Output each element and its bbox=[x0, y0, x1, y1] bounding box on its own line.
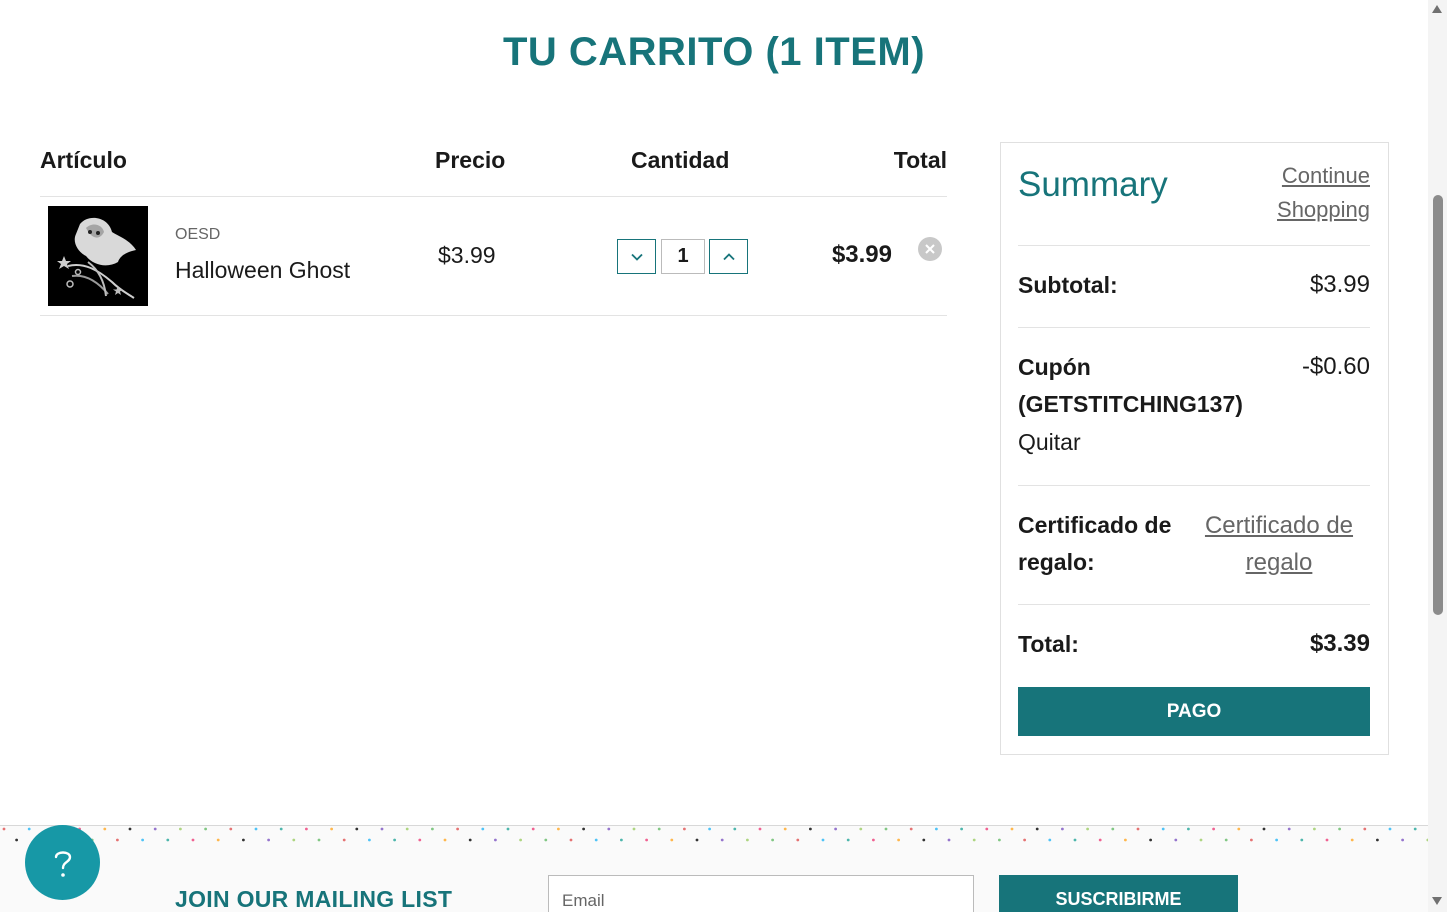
subtotal-label: Subtotal: bbox=[1018, 272, 1118, 298]
product-price: $3.99 bbox=[438, 242, 496, 268]
divider bbox=[1018, 604, 1370, 605]
quantity-decrease-button[interactable] bbox=[617, 239, 656, 274]
divider bbox=[1018, 245, 1370, 246]
quantity-increase-button[interactable] bbox=[709, 239, 748, 274]
continue-shopping-link[interactable]: Continue Shopping bbox=[1260, 159, 1370, 227]
coupon-label: Cupón (GETSTITCHING137) bbox=[1018, 354, 1243, 417]
scrollbar-thumb[interactable] bbox=[1433, 195, 1443, 615]
product-brand: OESD bbox=[175, 226, 221, 243]
close-icon bbox=[925, 244, 935, 254]
help-icon bbox=[54, 850, 71, 877]
subscribe-button[interactable]: SUSCRIBIRME bbox=[999, 875, 1238, 912]
summary-title: Summary bbox=[1018, 165, 1168, 204]
divider bbox=[1018, 327, 1370, 328]
product-thumbnail[interactable] bbox=[48, 206, 148, 306]
gift-certificate-label: Certificado de regalo: bbox=[1018, 512, 1172, 575]
product-name[interactable]: Halloween Ghost bbox=[175, 257, 350, 284]
cart-table-header: Artículo Precio Cantidad Total bbox=[40, 145, 947, 197]
divider bbox=[1018, 485, 1370, 486]
gift-certificate-link[interactable]: Certificado de regalo bbox=[1194, 507, 1364, 581]
checkout-button[interactable]: PAGO bbox=[1018, 687, 1370, 736]
subtotal-value: $3.99 bbox=[1309, 271, 1370, 298]
column-header-quantity: Cantidad bbox=[631, 147, 730, 173]
email-input[interactable]: Email bbox=[548, 875, 974, 912]
column-header-price: Precio bbox=[435, 147, 506, 173]
cart-item-row: OESD Halloween Ghost $3.99 1 $3.99 bbox=[40, 197, 947, 316]
ghost-image bbox=[48, 206, 148, 306]
page-title: TU CARRITO (1 ITEM) bbox=[502, 30, 926, 74]
coupon-remove-link[interactable]: Quitar bbox=[1018, 424, 1081, 461]
order-summary: Summary Continue Shopping Subtotal: $3.9… bbox=[1000, 142, 1389, 755]
confetti-divider bbox=[0, 825, 1428, 842]
coupon-value: -$0.60 bbox=[1301, 353, 1370, 380]
total-value: $3.39 bbox=[1309, 630, 1370, 657]
remove-item-button[interactable] bbox=[918, 237, 942, 261]
scroll-down-arrow-icon[interactable] bbox=[1431, 896, 1443, 906]
quantity-input[interactable]: 1 bbox=[661, 239, 705, 274]
chevron-up-icon bbox=[722, 252, 735, 260]
chevron-down-icon bbox=[630, 253, 643, 261]
mailing-list-title: JOIN OUR MAILING LIST bbox=[175, 886, 453, 912]
column-header-item: Artículo bbox=[40, 147, 127, 173]
column-header-total: Total bbox=[893, 147, 947, 173]
line-total: $3.99 bbox=[831, 241, 892, 268]
help-button[interactable] bbox=[25, 825, 100, 900]
scroll-up-arrow-icon[interactable] bbox=[1431, 4, 1443, 14]
total-label: Total: bbox=[1018, 631, 1079, 657]
